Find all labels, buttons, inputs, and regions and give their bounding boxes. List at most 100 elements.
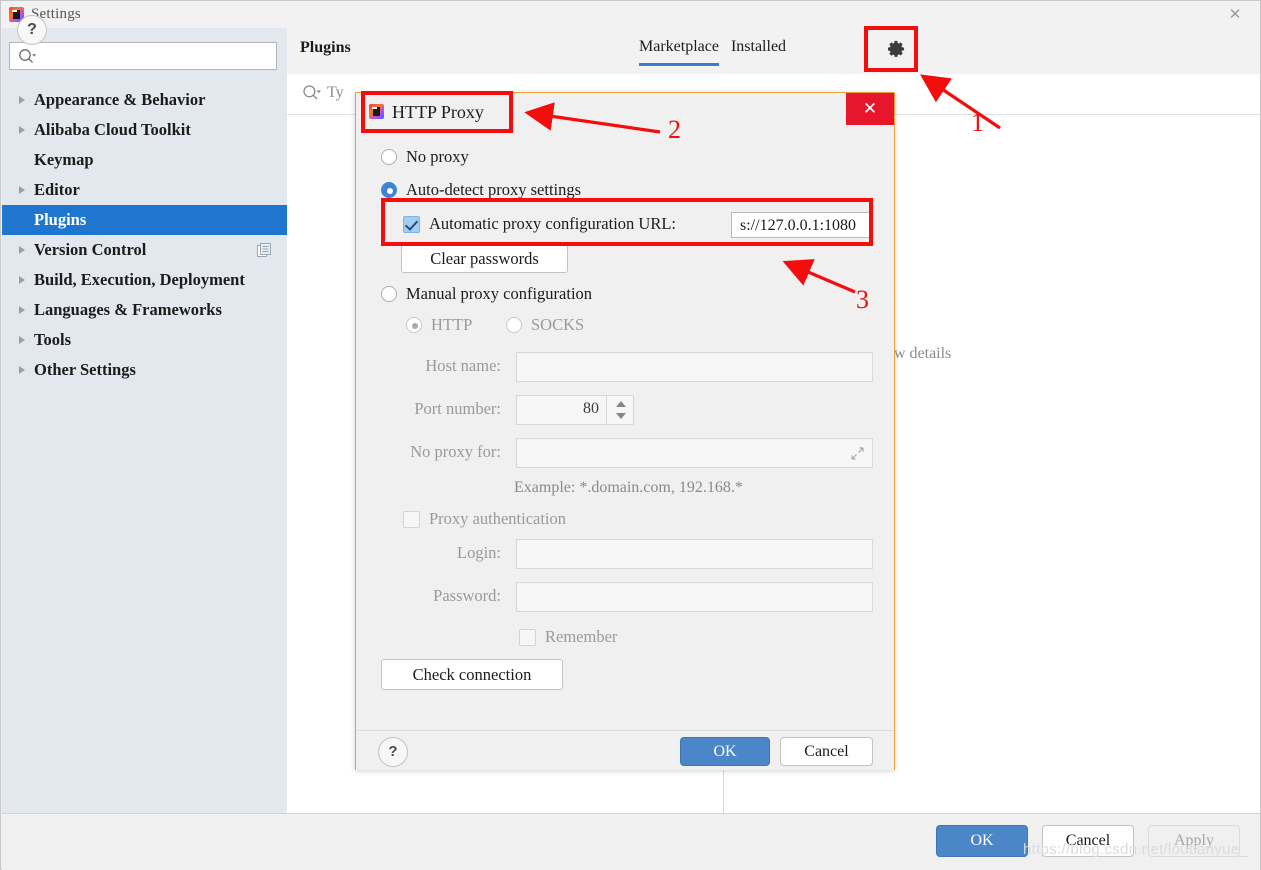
radio-socks[interactable]: SOCKS (506, 315, 584, 335)
copy-icon (257, 243, 271, 257)
jetbrains-icon (369, 104, 384, 119)
plugins-header: Plugins Marketplace Installed (287, 28, 1260, 75)
sidebar-item-label: Alibaba Cloud Toolkit (34, 120, 191, 139)
checkbox-automatic-proxy-config-url[interactable]: Automatic proxy configuration URL: (403, 214, 676, 234)
sidebar-item-label: Keymap (34, 150, 94, 169)
proxy-cancel-button[interactable]: Cancel (780, 737, 873, 766)
sidebar-item-label: Other Settings (34, 360, 136, 379)
sidebar-item-label: Appearance & Behavior (34, 90, 206, 109)
host-name-input[interactable] (516, 352, 873, 382)
port-number-stepper[interactable] (606, 396, 633, 424)
chevron-right-icon[interactable] (14, 332, 30, 348)
sidebar-item-build-execution-deployment[interactable]: Build, Execution, Deployment (2, 265, 287, 295)
spacer-icon (14, 212, 30, 228)
radio-icon (381, 286, 397, 302)
checkbox-icon (519, 628, 536, 646)
annotation-number-1: 1 (971, 108, 984, 137)
radio-manual-proxy-configuration[interactable]: Manual proxy configuration (381, 284, 592, 304)
radio-http-label: HTTP (431, 315, 473, 334)
chevron-right-icon[interactable] (14, 272, 30, 288)
login-input[interactable] (516, 539, 873, 569)
expand-icon[interactable] (851, 447, 864, 460)
radio-auto-detect-proxy[interactable]: Auto-detect proxy settings (381, 180, 581, 200)
http-proxy-dialog: HTTP Proxy ✕ No proxy Auto-detect proxy … (355, 92, 895, 770)
no-proxy-for-label: No proxy for: (410, 442, 501, 461)
host-name-label: Host name: (425, 356, 501, 375)
password-label: Password: (433, 586, 501, 605)
settings-ok-button[interactable]: OK (936, 825, 1028, 857)
sidebar-item-label: Languages & Frameworks (34, 300, 222, 319)
automatic-proxy-config-url-label: Automatic proxy configuration URL: (429, 214, 676, 233)
search-icon (302, 84, 321, 103)
chevron-right-icon[interactable] (14, 362, 30, 378)
sidebar-search-input[interactable] (9, 42, 277, 70)
radio-icon (506, 317, 522, 333)
proxy-dialog-title: HTTP Proxy (392, 102, 484, 122)
sidebar-item-appearance-behavior[interactable]: Appearance & Behavior (2, 85, 287, 115)
sidebar-item-version-control[interactable]: Version Control (2, 235, 287, 265)
no-proxy-example-hint: Example: *.domain.com, 192.168.* (514, 479, 743, 496)
clear-passwords-button[interactable]: Clear passwords (401, 244, 568, 273)
checkbox-icon (403, 215, 420, 233)
settings-tree: Appearance & Behavior Alibaba Cloud Tool… (2, 85, 287, 385)
chevron-right-icon[interactable] (14, 92, 30, 108)
port-number-label: Port number: (414, 399, 501, 418)
chevron-right-icon[interactable] (14, 302, 30, 318)
plugins-search-input-text: Ty (327, 84, 344, 101)
proxy-dialog-title-bar: HTTP Proxy (356, 93, 894, 132)
no-proxy-for-input[interactable] (516, 438, 873, 468)
chevron-right-icon[interactable] (14, 122, 30, 138)
sidebar-item-plugins[interactable]: Plugins (2, 205, 287, 235)
checkbox-remember[interactable]: Remember (519, 627, 617, 647)
tab-installed[interactable]: Installed (731, 38, 786, 63)
close-icon[interactable]: ✕ (1224, 4, 1246, 26)
checkbox-proxy-authentication[interactable]: Proxy authentication (403, 509, 566, 529)
sidebar-item-alibaba-cloud-toolkit[interactable]: Alibaba Cloud Toolkit (2, 115, 287, 145)
proxy-dialog-footer: ? OK Cancel (356, 730, 894, 770)
proxy-ok-button[interactable]: OK (680, 737, 770, 766)
radio-icon (381, 182, 397, 198)
sidebar-item-label: Version Control (34, 240, 147, 259)
plugins-settings-gear-button[interactable] (877, 32, 915, 70)
proxy-help-button[interactable]: ? (378, 737, 408, 767)
close-icon[interactable]: ✕ (846, 93, 894, 125)
remember-label: Remember (545, 627, 618, 646)
sidebar-item-other-settings[interactable]: Other Settings (2, 355, 287, 385)
search-icon (18, 48, 36, 66)
window-title-bar: Settings (1, 1, 1260, 28)
port-number-value: 80 (583, 400, 599, 417)
proxy-dialog-body: No proxy Auto-detect proxy settings Auto… (356, 132, 894, 730)
spacer-icon (14, 152, 30, 168)
port-number-input[interactable]: 80 (516, 395, 634, 425)
sidebar-item-keymap[interactable]: Keymap (2, 145, 287, 175)
automatic-proxy-config-url-value: s://127.0.0.1:1080 (740, 217, 857, 234)
watermark-text: https://blog.csdn.net/loutianyue_ (1023, 841, 1249, 858)
automatic-proxy-config-url-input[interactable]: s://127.0.0.1:1080 (731, 212, 871, 238)
sidebar-item-label: Tools (34, 330, 71, 349)
screenshot-root: Settings ✕ Appearance & Behavior Alibaba… (0, 0, 1261, 870)
password-input[interactable] (516, 582, 873, 612)
radio-no-proxy[interactable]: No proxy (381, 147, 469, 167)
plugins-tabs: Marketplace Installed (639, 38, 786, 66)
radio-manual-proxy-label: Manual proxy configuration (406, 284, 593, 303)
radio-socks-label: SOCKS (531, 315, 585, 334)
tab-marketplace[interactable]: Marketplace (639, 38, 719, 66)
check-connection-button[interactable]: Check connection (381, 659, 563, 690)
settings-sidebar: Appearance & Behavior Alibaba Cloud Tool… (2, 28, 287, 813)
sidebar-item-label: Build, Execution, Deployment (34, 270, 245, 289)
sidebar-item-label: Plugins (34, 210, 87, 229)
radio-icon (406, 317, 422, 333)
chevron-right-icon[interactable] (14, 182, 30, 198)
radio-no-proxy-label: No proxy (406, 147, 469, 166)
annotation-number-2: 2 (668, 115, 681, 144)
chevron-right-icon[interactable] (14, 242, 30, 258)
sidebar-item-languages-frameworks[interactable]: Languages & Frameworks (2, 295, 287, 325)
sidebar-item-editor[interactable]: Editor (2, 175, 287, 205)
page-title: Plugins (300, 39, 351, 56)
sidebar-item-tools[interactable]: Tools (2, 325, 287, 355)
login-label: Login: (457, 543, 501, 562)
radio-http[interactable]: HTTP (406, 315, 472, 335)
help-button[interactable]: ? (17, 15, 47, 45)
annotation-number-3: 3 (856, 285, 869, 314)
sidebar-item-label: Editor (34, 180, 80, 199)
